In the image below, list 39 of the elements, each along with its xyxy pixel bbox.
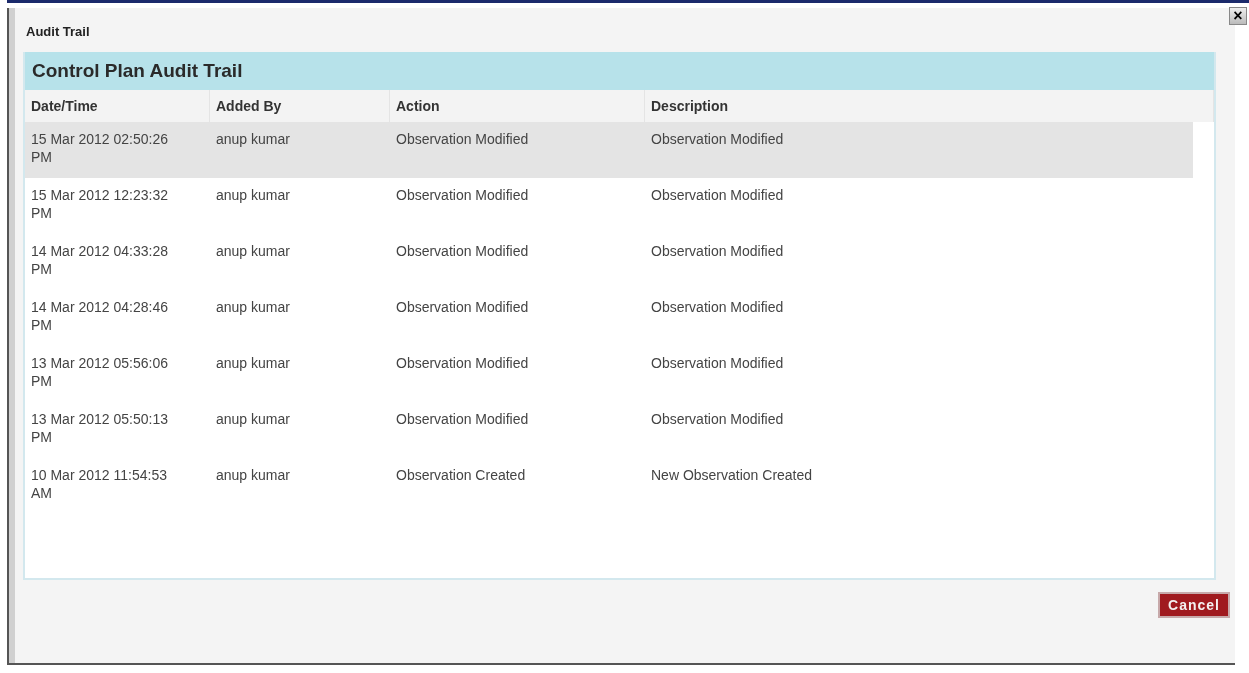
table-row[interactable]: 14 Mar 2012 04:28:46 PM anup kumar Observation Modified Observation Modified	[25, 290, 1193, 346]
table-cell-text: anup kumar	[215, 298, 291, 317]
table-cell-text: 13 Mar 2012 05:56:06 PM	[30, 354, 169, 391]
table-cell-text: anup kumar	[215, 354, 291, 373]
table-cell-text: 15 Mar 2012 02:50:26 PM	[30, 130, 169, 167]
table-cell-text: anup kumar	[215, 410, 291, 429]
table-cell-text: anup kumar	[215, 130, 291, 149]
table-cell-text: Observation Modified	[650, 298, 785, 317]
table-cell-text: Observation Created	[395, 466, 527, 485]
panel-title: Control Plan Audit Trail	[32, 60, 243, 82]
window-title: Audit Trail	[26, 24, 91, 41]
table-cell-text: Observation Modified	[650, 410, 785, 429]
close-button[interactable]: ×	[1229, 7, 1247, 25]
table-cell-text: Observation Modified	[650, 130, 785, 149]
table-row[interactable]: 15 Mar 2012 02:50:26 PM anup kumar Observation Modified Observation Modified	[25, 122, 1193, 178]
table-cell-text: Observation Modified	[395, 130, 530, 149]
table-cell-text: New Observation Created	[650, 466, 814, 485]
table-row[interactable]: 13 Mar 2012 05:50:13 PM anup kumar Observation Modified Observation Modified	[25, 402, 1193, 458]
table-cell-text: 10 Mar 2012 11:54:53 AM	[30, 466, 168, 503]
table-cell-text: Observation Modified	[395, 354, 530, 373]
table-cell-text: Observation Modified	[395, 298, 530, 317]
table-row[interactable]: 15 Mar 2012 12:23:32 PM anup kumar Observation Modified Observation Modified	[25, 178, 1193, 234]
table-cell-text: 13 Mar 2012 05:50:13 PM	[30, 410, 169, 447]
table-cell-text: anup kumar	[215, 466, 291, 485]
table-row[interactable]: 13 Mar 2012 05:56:06 PM anup kumar Observation Modified Observation Modified	[25, 346, 1193, 402]
table-cell-text: Observation Modified	[395, 186, 530, 205]
table-cell-text: 15 Mar 2012 12:23:32 PM	[30, 186, 169, 223]
table-row[interactable]: 14 Mar 2012 04:33:28 PM anup kumar Observation Modified Observation Modified	[25, 234, 1193, 290]
table-cell-text: anup kumar	[215, 242, 291, 261]
table-row[interactable]: 10 Mar 2012 11:54:53 AM anup kumar Observation Created New Observation Created	[25, 458, 1193, 514]
cancel-button[interactable]: Cancel	[1158, 592, 1230, 618]
table-cell-text: Observation Modified	[395, 410, 530, 429]
table-cell-text: Observation Modified	[650, 354, 785, 373]
table-cell-text: 14 Mar 2012 04:28:46 PM	[30, 298, 169, 335]
table-cell-text: 14 Mar 2012 04:33:28 PM	[30, 242, 169, 279]
table-cell-text: anup kumar	[215, 186, 291, 205]
table-cell-text: Observation Modified	[650, 186, 785, 205]
table-cell-text: Observation Modified	[650, 242, 785, 261]
table-cell-text: Observation Modified	[395, 242, 530, 261]
